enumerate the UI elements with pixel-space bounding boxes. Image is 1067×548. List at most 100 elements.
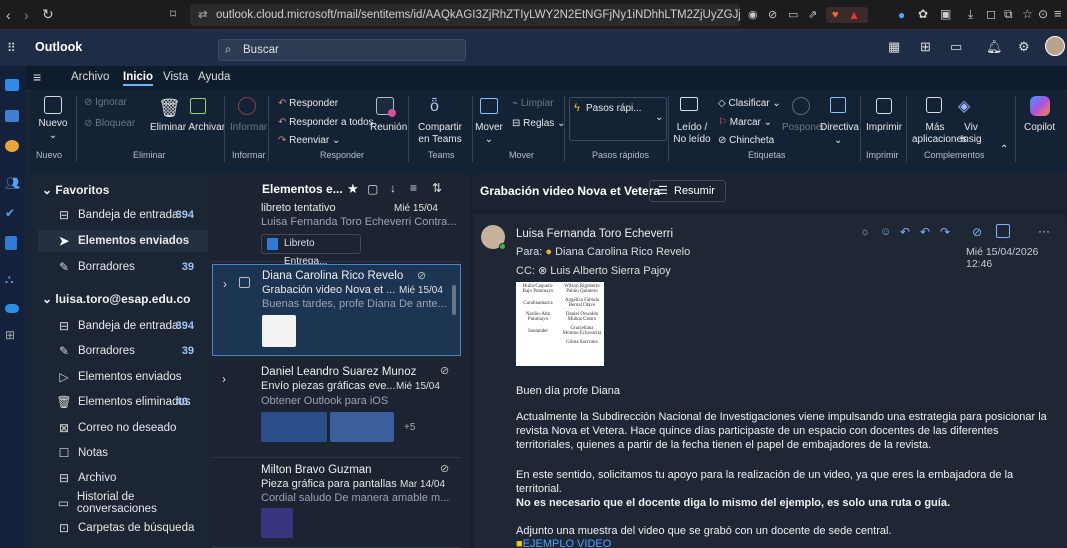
star-icon[interactable]: ★ xyxy=(347,181,359,197)
menu-icon[interactable]: ≡ xyxy=(1054,6,1062,21)
brave-shields-icon[interactable]: ♥ ▲ xyxy=(826,7,868,23)
copilot-button[interactable]: Copilot xyxy=(1024,122,1055,133)
filter-icon[interactable]: ≡ xyxy=(410,181,417,195)
list-item[interactable]: Milton Bravo Guzman ⊘ Pieza gráfica para… xyxy=(212,460,461,548)
emoji-icon[interactable]: ☺ xyxy=(880,226,891,238)
delete-archive-button[interactable]: Eliminar Archivar xyxy=(150,122,225,133)
sender-avatar[interactable] xyxy=(481,225,506,250)
nav-toggle-icon[interactable]: ≡ xyxy=(33,69,41,85)
expand-icon[interactable]: › xyxy=(223,277,227,291)
expand-icon[interactable]: › xyxy=(222,372,226,386)
site-info-icon[interactable]: ⇄ xyxy=(198,4,208,26)
sun-icon[interactable]: ☼ xyxy=(860,226,870,238)
favorites-icon[interactable]: ☆ xyxy=(1022,7,1033,21)
more-options-icon[interactable]: ··· xyxy=(1038,224,1050,238)
calendar-icon[interactable]: ▦ xyxy=(888,39,900,55)
categorize-button[interactable]: ◇ Clasificar ⌄ xyxy=(718,98,781,109)
collapse-ribbon-icon[interactable]: ⌃ xyxy=(1000,144,1008,155)
folder-notes[interactable]: ☐ Notas xyxy=(38,442,208,464)
new-button[interactable]: Nuevo ⌄ xyxy=(36,96,70,142)
forward-icon[interactable]: › xyxy=(24,7,29,23)
move-button[interactable]: Mover ⌄ xyxy=(474,122,504,146)
image-thumbnail[interactable] xyxy=(330,412,394,442)
word-icon[interactable] xyxy=(5,236,17,250)
list-scrollbar[interactable] xyxy=(452,285,456,315)
no-image-icon[interactable]: ⊘ xyxy=(768,8,777,21)
block-button[interactable]: ⊘ Bloquear xyxy=(84,118,135,129)
people-icon[interactable]: 👥︎ xyxy=(5,176,20,190)
tab-inicio[interactable]: Inicio xyxy=(123,71,154,86)
policy-button[interactable]: Directiva xyxy=(820,122,859,133)
mail-icon[interactable] xyxy=(5,79,19,91)
video-link[interactable]: ■EJEMPLO VIDEO xyxy=(516,537,611,548)
vpn-icon[interactable]: ● xyxy=(898,8,905,22)
tabs-icon[interactable]: ⧉ xyxy=(1004,7,1013,22)
tag-icon[interactable]: ⊘ xyxy=(972,225,982,239)
forward-button[interactable]: ↷ Reenviar ⌄ xyxy=(278,135,340,146)
list-item[interactable]: libreto tentativo Mié 15/04 Luisa Fernan… xyxy=(212,200,461,267)
trash-icon[interactable]: 🗑︎ xyxy=(158,98,181,119)
print-button[interactable]: Imprimir xyxy=(866,122,902,133)
select-icon[interactable]: ▢ xyxy=(367,182,378,196)
search-input[interactable]: ⌕ Buscar xyxy=(218,39,466,61)
onedrive-icon[interactable] xyxy=(5,304,19,313)
share-icon[interactable]: ⇗ xyxy=(808,8,817,21)
apps-icon[interactable] xyxy=(996,224,1010,238)
report-button[interactable]: Informar xyxy=(230,122,267,133)
tracking-icon[interactable]: ◉ xyxy=(748,8,758,21)
tab-ayuda[interactable]: Ayuda xyxy=(198,71,230,83)
sidebar-icon[interactable]: ▣ xyxy=(940,7,951,21)
viva-insights-button[interactable]: Viv Insig xyxy=(956,122,986,146)
quick-steps-gallery[interactable]: ϟ Pasos rápi... ⌄ xyxy=(569,97,667,141)
meeting-button[interactable]: Reunión xyxy=(370,122,407,133)
tab-vista[interactable]: Vista xyxy=(163,71,188,83)
calendar-app-icon[interactable] xyxy=(5,110,19,122)
gear-icon[interactable]: ⚙ xyxy=(1018,39,1030,55)
bookmark-icon[interactable]: ⌑ xyxy=(170,7,176,21)
folder-search-folders[interactable]: ⊡ Carpetas de búsqueda xyxy=(38,517,208,539)
reload-icon[interactable]: ↻ xyxy=(42,6,54,23)
reader-icon[interactable]: ▭ xyxy=(788,8,798,21)
ignore-button[interactable]: ⊘ Ignorar xyxy=(84,97,127,108)
bell-icon[interactable]: 🔔︎ xyxy=(986,39,1003,55)
folder-fav-sent[interactable]: ➤ Elementos enviados xyxy=(38,230,208,252)
jump-icon[interactable]: ↓ xyxy=(390,181,396,195)
org-icon[interactable]: ⛬ xyxy=(5,272,13,287)
reply-all-button[interactable]: ↶ Responder a todos xyxy=(278,117,374,128)
cc-recipient[interactable]: Luis Alberto Sierra Pajoy xyxy=(550,265,670,277)
folder-fav-inbox[interactable]: ⊟ Bandeja de entrada 394 xyxy=(38,204,208,226)
attachment-thumbnail[interactable] xyxy=(262,315,296,347)
folder-conversation-history[interactable]: ▭ Historial de conversaciones xyxy=(38,491,208,515)
reply-icon[interactable]: ↶ xyxy=(900,225,910,239)
teams-icon[interactable]: ⊞ xyxy=(920,39,931,55)
tab-archivo[interactable]: Archivo xyxy=(71,71,109,83)
flag-button[interactable]: ⚐ Marcar ⌄ xyxy=(718,117,772,128)
image-thumbnail[interactable] xyxy=(261,412,327,442)
pin-button[interactable]: ⊘ Chincheta xyxy=(718,135,774,146)
snooze-button[interactable]: Posponer xyxy=(782,122,825,133)
feedback-icon[interactable]: ▭ xyxy=(950,39,962,55)
folder-sent[interactable]: ▷ Elementos enviados xyxy=(38,366,208,388)
window-icon[interactable]: ◻ xyxy=(986,7,996,21)
attachment-chip[interactable]: Libreto Entrega... xyxy=(261,234,361,267)
forward-mail-icon[interactable]: ↷ xyxy=(940,225,950,239)
sort-icon[interactable]: ⇅ xyxy=(432,181,442,195)
folder-inbox[interactable]: ⊟ Bandeja de entrada 394 xyxy=(38,315,208,337)
folder-drafts[interactable]: ✎ Borradores 39 xyxy=(38,340,208,362)
copilot-app-icon[interactable] xyxy=(5,140,19,152)
archive-icon[interactable] xyxy=(190,98,206,114)
folder-junk[interactable]: ⊠ Correo no deseado xyxy=(38,417,208,439)
more-apps-button[interactable]: Más aplicaciones xyxy=(912,122,967,146)
address-bar[interactable]: ⇄ outlook.cloud.microsoft/mail/sentitems… xyxy=(190,4,740,26)
more-apps-icon[interactable]: ⊞ xyxy=(5,328,15,342)
chevron-down-icon[interactable]: ⌄ xyxy=(834,135,842,146)
chevron-down-icon[interactable]: ⌄ xyxy=(655,112,663,123)
embedded-table-image[interactable]: Huila-Caquetá- Bajo Putumayo Wilson Rigob… xyxy=(516,282,604,366)
folder-archive[interactable]: ⊟ Archivo xyxy=(38,467,208,489)
folder-fav-drafts[interactable]: ✎ Borradores 39 xyxy=(38,256,208,278)
sweep-button[interactable]: ⌁ Limpiar xyxy=(512,98,554,109)
list-item-selected[interactable]: › Diana Carolina Rico Revelo ⊘ Grabación… xyxy=(212,264,461,356)
favorites-header[interactable]: ⌄ Favoritos xyxy=(42,183,109,197)
folder-deleted[interactable]: 🗑︎ Elementos eliminados 40 xyxy=(38,391,208,413)
reply-button[interactable]: ↶ Responder xyxy=(278,98,338,109)
